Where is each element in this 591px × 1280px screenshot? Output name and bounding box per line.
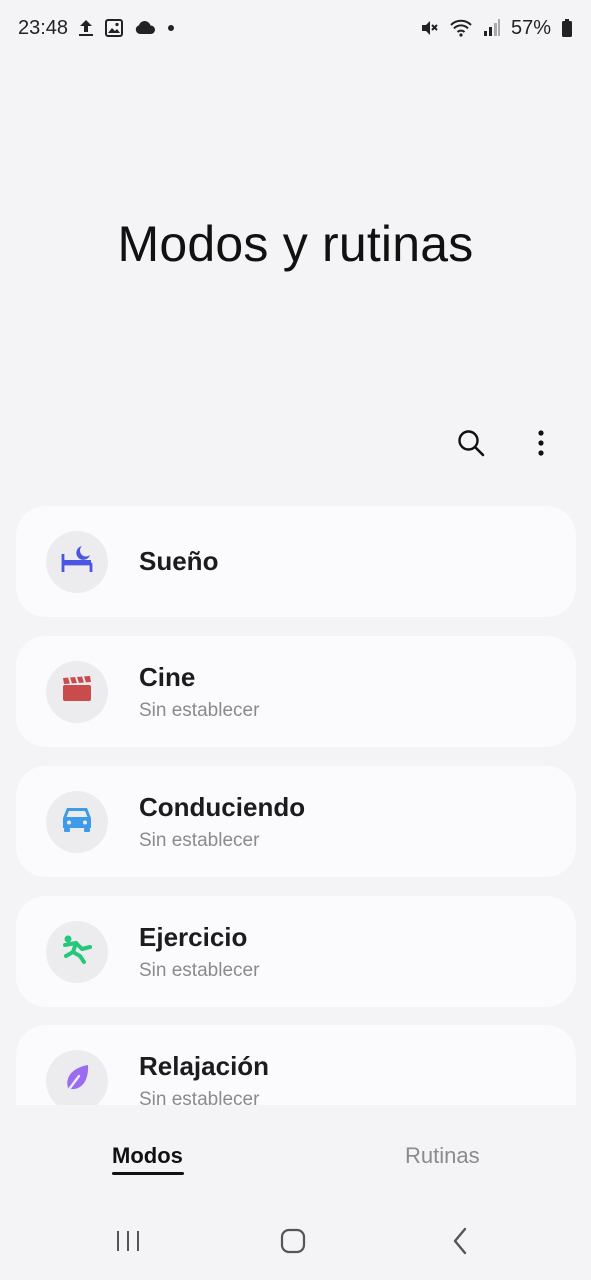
more-options-button[interactable]	[521, 425, 561, 465]
battery-percent: 57%	[510, 16, 551, 39]
home-button[interactable]	[273, 1225, 313, 1261]
upload-icon	[78, 18, 94, 38]
modes-list[interactable]: Sueño Cine Sin establecer Conduciendo Si…	[16, 506, 576, 1105]
status-bar: 23:48 57%	[0, 0, 591, 56]
mode-text: Conduciendo Sin establecer	[139, 792, 305, 852]
leaf-icon	[62, 1062, 92, 1099]
recent-apps-button[interactable]	[108, 1225, 148, 1261]
mode-card-ejercicio[interactable]: Ejercicio Sin establecer	[16, 896, 576, 1007]
mode-text: Ejercicio Sin establecer	[139, 922, 259, 982]
active-tab-indicator	[112, 1172, 184, 1175]
dot-icon	[166, 23, 176, 33]
battery-icon	[561, 18, 573, 38]
mode-card-cine[interactable]: Cine Sin establecer	[16, 636, 576, 747]
mode-icon-circle	[46, 1049, 108, 1105]
wifi-icon	[449, 18, 473, 38]
status-right: 57%	[419, 17, 573, 40]
search-button[interactable]	[451, 425, 491, 465]
mode-status: Sin establecer	[139, 1088, 260, 1106]
tab-modos[interactable]: Modos	[112, 1143, 183, 1169]
back-button[interactable]	[440, 1225, 480, 1261]
status-time: 23:48	[18, 16, 69, 39]
mode-text: Sueño	[139, 546, 218, 577]
recent-apps-icon	[115, 1229, 141, 1258]
mode-icon-circle	[46, 660, 108, 723]
mode-status: Sin establecer	[139, 699, 260, 721]
clapperboard-icon	[61, 674, 93, 709]
mode-name: Relajación	[139, 1050, 270, 1081]
home-icon	[280, 1228, 306, 1259]
mode-text: Cine Sin establecer	[139, 662, 259, 722]
mode-icon-circle	[46, 790, 108, 853]
mode-card-conduciendo[interactable]: Conduciendo Sin establecer	[16, 766, 576, 877]
cloud-icon	[134, 20, 156, 36]
status-left: 23:48	[18, 17, 176, 40]
mode-text: Relajación Sin establecer	[139, 1051, 269, 1106]
more-options-icon	[537, 429, 545, 462]
mode-card-relajacion[interactable]: Relajación Sin establecer	[16, 1025, 576, 1105]
mode-card-sueno[interactable]: Sueño	[16, 506, 576, 617]
mode-name: Sueño	[139, 546, 219, 576]
mode-name: Ejercicio	[139, 921, 248, 952]
running-icon	[60, 934, 94, 969]
car-icon	[60, 804, 94, 839]
bottom-tab-bar: Modos Rutinas	[0, 1105, 591, 1205]
mode-status: Sin establecer	[139, 959, 260, 981]
mode-status: Sin establecer	[139, 829, 260, 851]
search-icon	[456, 428, 486, 463]
image-icon	[104, 18, 124, 38]
mode-icon-circle	[46, 920, 108, 983]
bed-icon	[60, 544, 94, 579]
navigation-bar	[0, 1205, 591, 1280]
signal-icon	[483, 18, 501, 38]
tab-rutinas[interactable]: Rutinas	[405, 1143, 480, 1169]
page-title: Modos y rutinas	[117, 216, 474, 272]
mute-icon	[419, 18, 439, 38]
toolbar	[451, 425, 561, 465]
mode-name: Cine	[139, 661, 196, 692]
back-icon	[451, 1227, 469, 1260]
mode-icon-circle	[46, 530, 108, 593]
mode-name: Conduciendo	[139, 791, 306, 822]
